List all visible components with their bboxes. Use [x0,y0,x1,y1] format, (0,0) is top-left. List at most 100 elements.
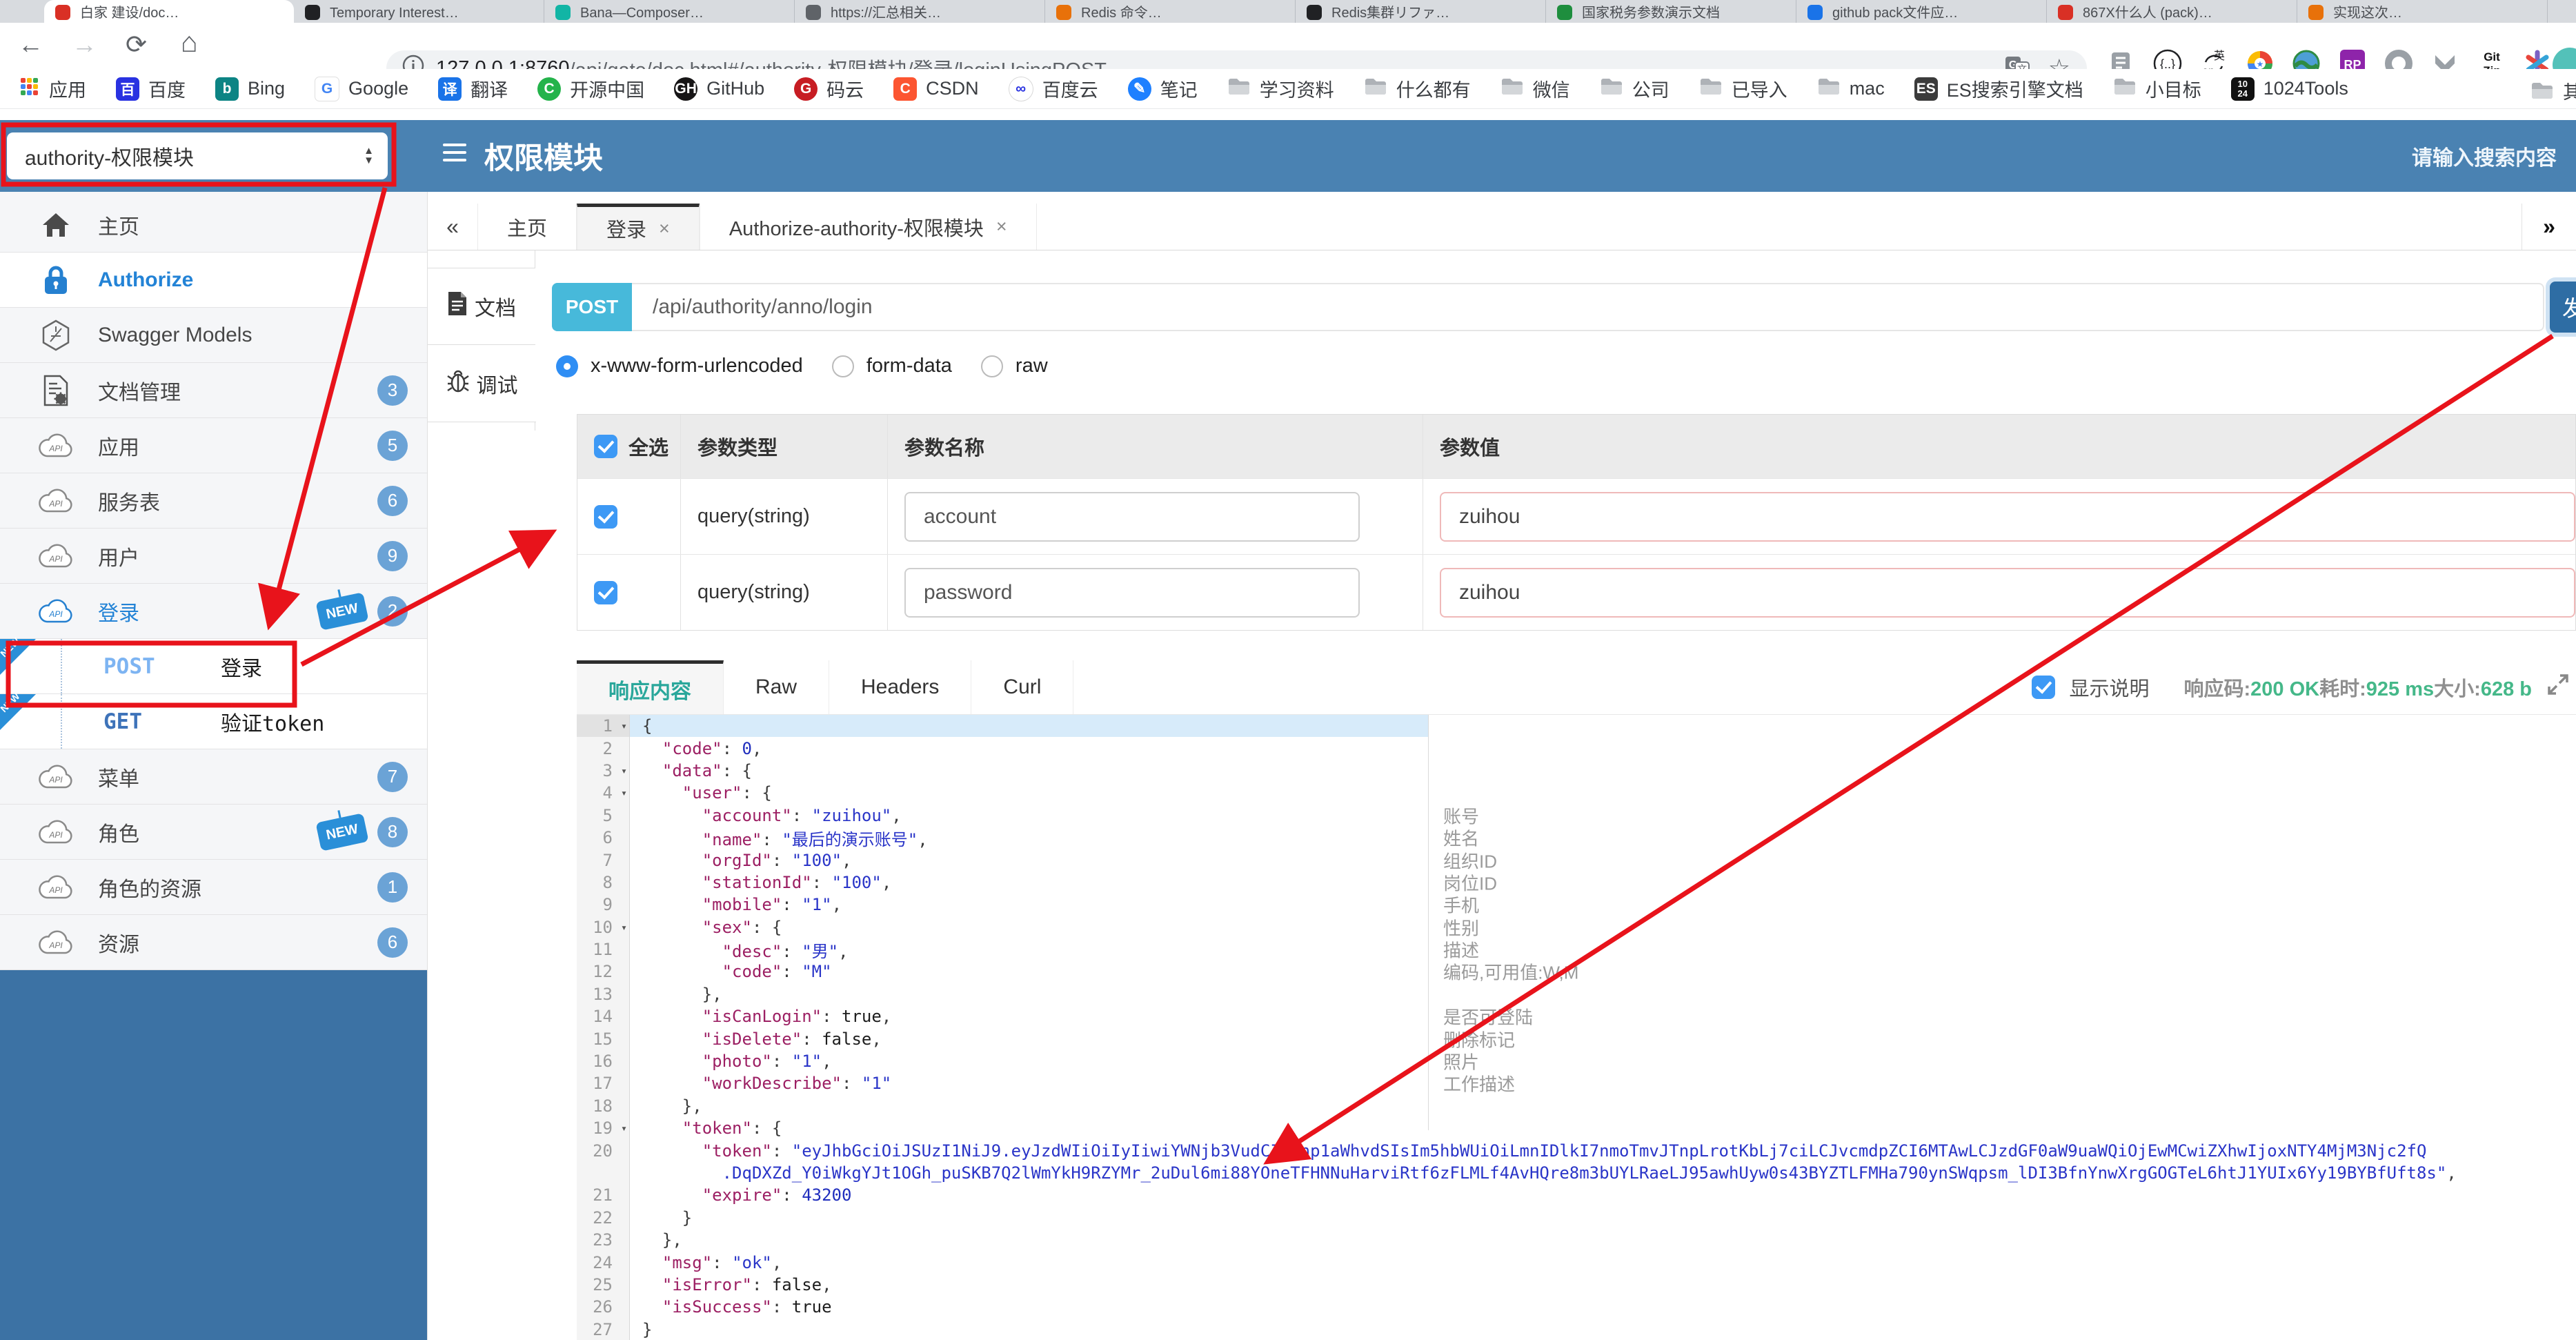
sidebar-item-用户[interactable]: API 用户 9 [0,529,427,584]
sidebar-item-登录[interactable]: API 登录 NEW 2 [0,584,427,639]
expand-tabs-icon[interactable]: » [2521,204,2576,250]
bookmark-item[interactable]: 公司 [1600,75,1670,102]
send-button[interactable]: 发 [2550,282,2576,333]
fold-arrow-icon[interactable]: ▾ [621,1122,627,1134]
fold-arrow-icon[interactable]: ▾ [621,787,627,799]
reload-icon[interactable]: ⟳ [126,31,147,59]
line-number: 24 [577,1251,630,1274]
close-tab-icon[interactable]: × [996,216,1007,237]
show-desc-checkbox[interactable] [2032,676,2056,699]
browser-tab[interactable]: 白家 建设/doc… [44,0,294,23]
show-desc-label: 显示说明 [2069,678,2150,700]
sidebar-item-服务表[interactable]: API 服务表 6 [0,473,427,529]
param-checkbox[interactable] [594,580,617,604]
sidebar-item-应用[interactable]: API 应用 5 [0,418,427,473]
bookmark-item[interactable]: 微信 [1500,75,1570,102]
collapse-tabs-icon[interactable]: « [428,204,477,250]
bookmark-item[interactable]: 其 [2530,77,2576,104]
home-icon[interactable]: ⌂ [181,28,198,57]
line-number: 10 ▾ [577,916,630,938]
param-value-input[interactable]: zuihou [1440,491,2575,542]
menu-toggle-icon[interactable] [443,144,466,161]
bookmark-item[interactable]: ∞ 百度云 [1008,75,1098,102]
line-number: 23 [577,1228,630,1252]
cloud-icon: API [37,764,75,789]
param-type: query(string) [681,479,888,554]
module-select[interactable]: authority-权限模块 ▲ ▼ [7,132,388,179]
forward-icon[interactable]: → [72,31,97,59]
sidebar-item-资源[interactable]: API 资源 6 [0,915,427,970]
radio-form-data[interactable] [831,355,854,377]
tab-doc[interactable]: 文档 [428,268,535,345]
content-tab[interactable]: 登录 × [577,204,700,250]
tab-title: Bana—Composer… [580,6,704,21]
param-checkbox[interactable] [594,504,617,529]
bookmark-item[interactable]: C CSDN [893,77,979,101]
sidebar-item-swagger-models[interactable]: Swagger Models [0,308,427,363]
content-tab[interactable]: Authorize-authority-权限模块 × [699,204,1037,250]
browser-tab[interactable]: Redis 命令… [1045,0,1296,23]
radio-raw[interactable] [980,355,1003,377]
param-name-input[interactable]: account [904,491,1360,542]
bookmark-item[interactable]: C 开源中国 [537,75,644,102]
svg-text:API: API [48,775,63,785]
content-tab[interactable]: 主页 [477,204,577,250]
tab-title: 867X什么人 (pack)… [2083,6,2212,21]
browser-tab[interactable]: 国家税务参数演示文档 [1546,0,1796,23]
bookmark-item[interactable]: G Google [315,76,408,101]
browser-tab[interactable]: 实现这次… [2297,0,2548,23]
radio-x-www-form-urlencoded[interactable] [556,355,578,377]
fold-arrow-icon[interactable]: ▾ [621,765,627,777]
browser-tab[interactable]: https://汇总相关… [795,0,1045,23]
sidebar-item-authorize[interactable]: Authorize [0,253,427,308]
bookmark-item[interactable]: 学习资料 [1227,75,1334,102]
bookmark-item[interactable]: 小目标 [2113,75,2201,102]
sidebar-endpoint-get[interactable]: NEW GET 验证token [0,691,427,749]
bookmark-item[interactable]: G 码云 [794,75,864,102]
browser-tab[interactable]: Bana—Composer… [544,0,795,23]
close-tab-icon[interactable]: × [659,218,670,239]
select-all-checkbox[interactable] [594,435,617,458]
code-line: 4 ▾ "user": { [577,782,2576,805]
sidebar-item-角色的资源[interactable]: API 角色的资源 1 [0,860,427,915]
browser-toolbar: ← → ⟳ ⌂ 127.0.0.1:8760/api/gate/doc.html… [0,23,2576,86]
browser-tab[interactable]: Redis集群リファ… [1296,0,1546,23]
response-tab-Curl[interactable]: Curl [971,660,1074,714]
browser-tab[interactable]: Temporary Interest… [294,0,544,23]
radio-label: raw [1015,355,1048,377]
tab-debug[interactable]: 调试 [428,345,536,422]
bookmark-item[interactable]: mac [1817,77,1885,101]
sidebar-item-文档管理[interactable]: 文档管理 3 [0,363,427,418]
bookmark-item[interactable]: GH GitHub [674,77,764,101]
bookmark-item[interactable]: 什么都有 [1364,75,1471,102]
browser-tab[interactable]: 867X什么人 (pack)… [2047,0,2297,23]
bookmark-favicon: b [215,77,239,101]
bookmark-item[interactable]: 已导入 [1699,75,1787,102]
request-url-input[interactable]: /api/authority/anno/login [632,283,2544,331]
browser-tab[interactable]: github pack文件应… [1796,0,2047,23]
sidebar-item-角色[interactable]: API 角色 NEW 8 [0,805,427,860]
param-name-input[interactable]: password [904,567,1360,618]
fullscreen-icon[interactable] [2546,672,2570,702]
line-number: 26 [577,1296,630,1319]
fold-arrow-icon[interactable]: ▾ [621,921,627,934]
bookmark-item[interactable]: b Bing [215,77,285,101]
response-tab-Raw[interactable]: Raw [724,660,830,714]
response-tab-Headers[interactable]: Headers [829,660,972,714]
bookmark-item[interactable]: 10 24 1024Tools [2230,77,2348,101]
code-line: 7 "orgId": "100", 组织ID [577,849,2576,871]
header-search-input[interactable]: 请输入搜索内容 [2412,141,2557,171]
back-icon[interactable]: ← [18,31,43,59]
param-value-input[interactable]: zuihou [1440,567,2575,618]
bookmark-item[interactable]: ES ES搜索引擎文档 [1914,75,2083,102]
sidebar-endpoint-post[interactable]: NEW POST 登录 [0,635,427,694]
response-tab-响应内容[interactable]: 响应内容 [577,660,724,714]
bookmark-item[interactable]: 应用 [18,75,86,102]
bookmark-item[interactable]: ✎ 笔记 [1127,75,1198,102]
bookmark-item[interactable]: 百百度 [116,75,186,102]
bookmark-item[interactable]: 译翻译 [438,75,508,102]
sidebar-item-菜单[interactable]: API 菜单 7 [0,749,427,805]
bookmark-favicon: GH [674,77,698,101]
sidebar-item-主页[interactable]: 主页 [0,197,427,253]
fold-arrow-icon[interactable]: ▾ [621,720,627,732]
